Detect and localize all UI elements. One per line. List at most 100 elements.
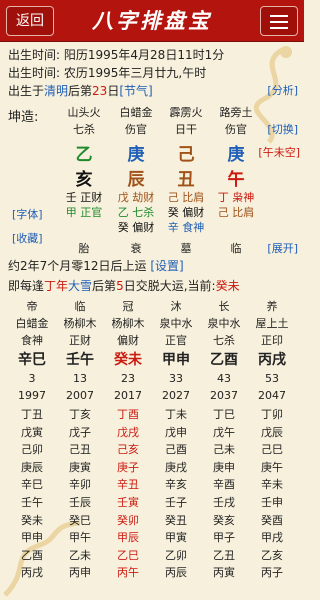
dayun-nayin: 杨柳木 (111, 317, 145, 330)
dayun-state: 沐 (170, 300, 182, 313)
font-link[interactable]: [字体] (12, 206, 43, 222)
jieqi-suffix: 日 (107, 84, 120, 98)
pillar-hidden-stem: 戊 劫财 (117, 191, 155, 204)
dayun-year: 2017 (114, 389, 142, 402)
liunian-item: 辛巳 (21, 478, 43, 492)
pillar-shishen: 伤官 (225, 123, 247, 136)
liunian-item: 戊午 (213, 425, 235, 439)
dayun-year: 2037 (210, 389, 238, 402)
dayun-start-line: 约2年7个月零12日后上运 [设置] (8, 257, 184, 274)
analysis-link[interactable]: [分析] (267, 82, 298, 98)
solar-date: 阳历1995年4月28日11时1分 (63, 48, 225, 62)
liunian-item: 乙巳 (117, 548, 139, 562)
pillar-gan: 庚 (127, 145, 145, 165)
pillar-hidden-stem: 癸 偏财 (117, 221, 155, 234)
kongwang-link[interactable]: [午未空] (258, 144, 300, 160)
liunian-item: 辛酉 (213, 478, 235, 492)
liunian-item: 甲子 (213, 531, 235, 545)
dayun-age: 13 (73, 372, 87, 385)
liunian-item: 戊辰 (261, 425, 283, 439)
liunian-item: 丙辰 (165, 566, 187, 580)
dayun-nayin: 泉中水 (207, 317, 241, 330)
liunian-item: 丙午 (117, 566, 139, 580)
liunian-item: 壬午 (21, 496, 43, 509)
pillar-hidden-stem: 甲 正官 (65, 206, 103, 219)
birth-time-label: 出生时间: (8, 66, 61, 80)
dayun-state: 冠 (122, 300, 134, 313)
dayun-nayin: 屋上土 (255, 317, 289, 330)
liunian-item: 壬戌 (213, 496, 235, 509)
expand-link[interactable]: [展开] (267, 240, 298, 256)
pillar-zhi: 丑 (177, 170, 195, 190)
liunian-item: 壬辰 (69, 496, 91, 509)
menu-button[interactable] (260, 6, 298, 36)
liunian-item: 己亥 (117, 443, 139, 457)
liunian-item: 癸卯 (117, 513, 139, 527)
liunian-item: 癸酉 (261, 513, 283, 527)
liunian-item: 丙戌 (21, 566, 43, 580)
dayun-shishen: 正印 (261, 334, 283, 347)
lunar-date: 农历1995年三月廿九,午时 (63, 66, 207, 80)
gender-label: 坤造: (8, 110, 39, 125)
liunian-item: 己丑 (69, 443, 91, 457)
pillar-hidden-stem: 己 比肩 (217, 206, 255, 219)
liunian-item: 辛未 (261, 478, 283, 492)
jieqi-link[interactable]: [节气] (119, 84, 152, 98)
liunian-item: 甲辰 (117, 531, 139, 545)
liunian-item: 戊申 (165, 425, 187, 439)
jieqi-mid: 后第 (68, 84, 93, 98)
liunian-item: 庚子 (117, 460, 139, 474)
back-button[interactable]: 返回 (6, 6, 54, 36)
liunian-item: 丁未 (165, 408, 187, 421)
pillar-hidden-stem: 乙 七杀 (117, 206, 155, 219)
dayun-state: 养 (266, 300, 278, 313)
pillar-nayin: 白蜡金 (119, 106, 153, 119)
dayun-ganzhi: 丙戌 (258, 352, 286, 368)
dayun-shishen: 偏财 (117, 334, 139, 347)
dayun-nayin: 白蜡金 (15, 317, 49, 330)
dayun-shishen: 正官 (165, 334, 187, 347)
liunian-item: 甲戌 (261, 531, 283, 545)
pillar-nayin: 路旁土 (219, 106, 253, 119)
pillar-hidden-stem: 辛 食神 (167, 221, 205, 234)
dayun-state: 帝 (26, 300, 38, 313)
dayun-year: 1997 (18, 389, 46, 402)
liunian-item: 癸未 (21, 513, 43, 527)
pillar-zhi: 午 (227, 170, 245, 190)
settings-link[interactable]: [设置] (150, 259, 183, 273)
liunian-item: 庚申 (213, 460, 235, 474)
liunian-item: 庚午 (261, 460, 283, 474)
jieqi-name: 清明 (44, 84, 69, 98)
pillar-state: 衰 (130, 242, 142, 255)
jiao-mid: 后第 (92, 279, 117, 293)
dayun-shishen: 七杀 (213, 334, 235, 347)
birth-time-label: 出生时间: (8, 48, 61, 62)
pillar-gan: 庚 (227, 145, 245, 165)
dayun-ganzhi: 甲申 (162, 352, 190, 368)
app-header: 返回 八字排盘宝 (0, 0, 304, 42)
liunian-item: 乙丑 (213, 548, 235, 562)
dayun-age: 43 (217, 372, 231, 385)
liunian-item: 丙子 (261, 566, 283, 580)
liunian-item: 丙寅 (213, 566, 235, 580)
dayun-nayin: 杨柳木 (63, 317, 97, 330)
liunian-item: 乙亥 (261, 548, 283, 562)
dayun-ganzhi: 壬午 (66, 352, 94, 368)
dayun-age: 53 (265, 372, 279, 385)
pillar-gan: 己 (177, 145, 195, 165)
dayun-ganzhi: 癸未 (114, 352, 142, 368)
jiao-pre: 即每逢 (8, 279, 45, 293)
dayun-shishen: 正财 (69, 334, 91, 347)
pillar-hidden-stem: 壬 正财 (65, 191, 103, 204)
favorite-link[interactable]: [收藏] (12, 230, 43, 246)
dayun-year: 2027 (162, 389, 190, 402)
dayun-year: 2047 (258, 389, 286, 402)
liunian-item: 壬子 (165, 496, 187, 509)
liunian-item: 壬寅 (117, 496, 139, 509)
solar-birth-line: 出生时间: 阳历1995年4月28日11时1分 (8, 46, 224, 63)
liunian-item: 丁卯 (261, 408, 283, 421)
liunian-item: 乙酉 (21, 548, 43, 562)
liunian-item: 癸丑 (165, 513, 187, 527)
switch-link[interactable]: [切换] (267, 121, 298, 137)
liunian-item: 癸亥 (213, 513, 235, 527)
